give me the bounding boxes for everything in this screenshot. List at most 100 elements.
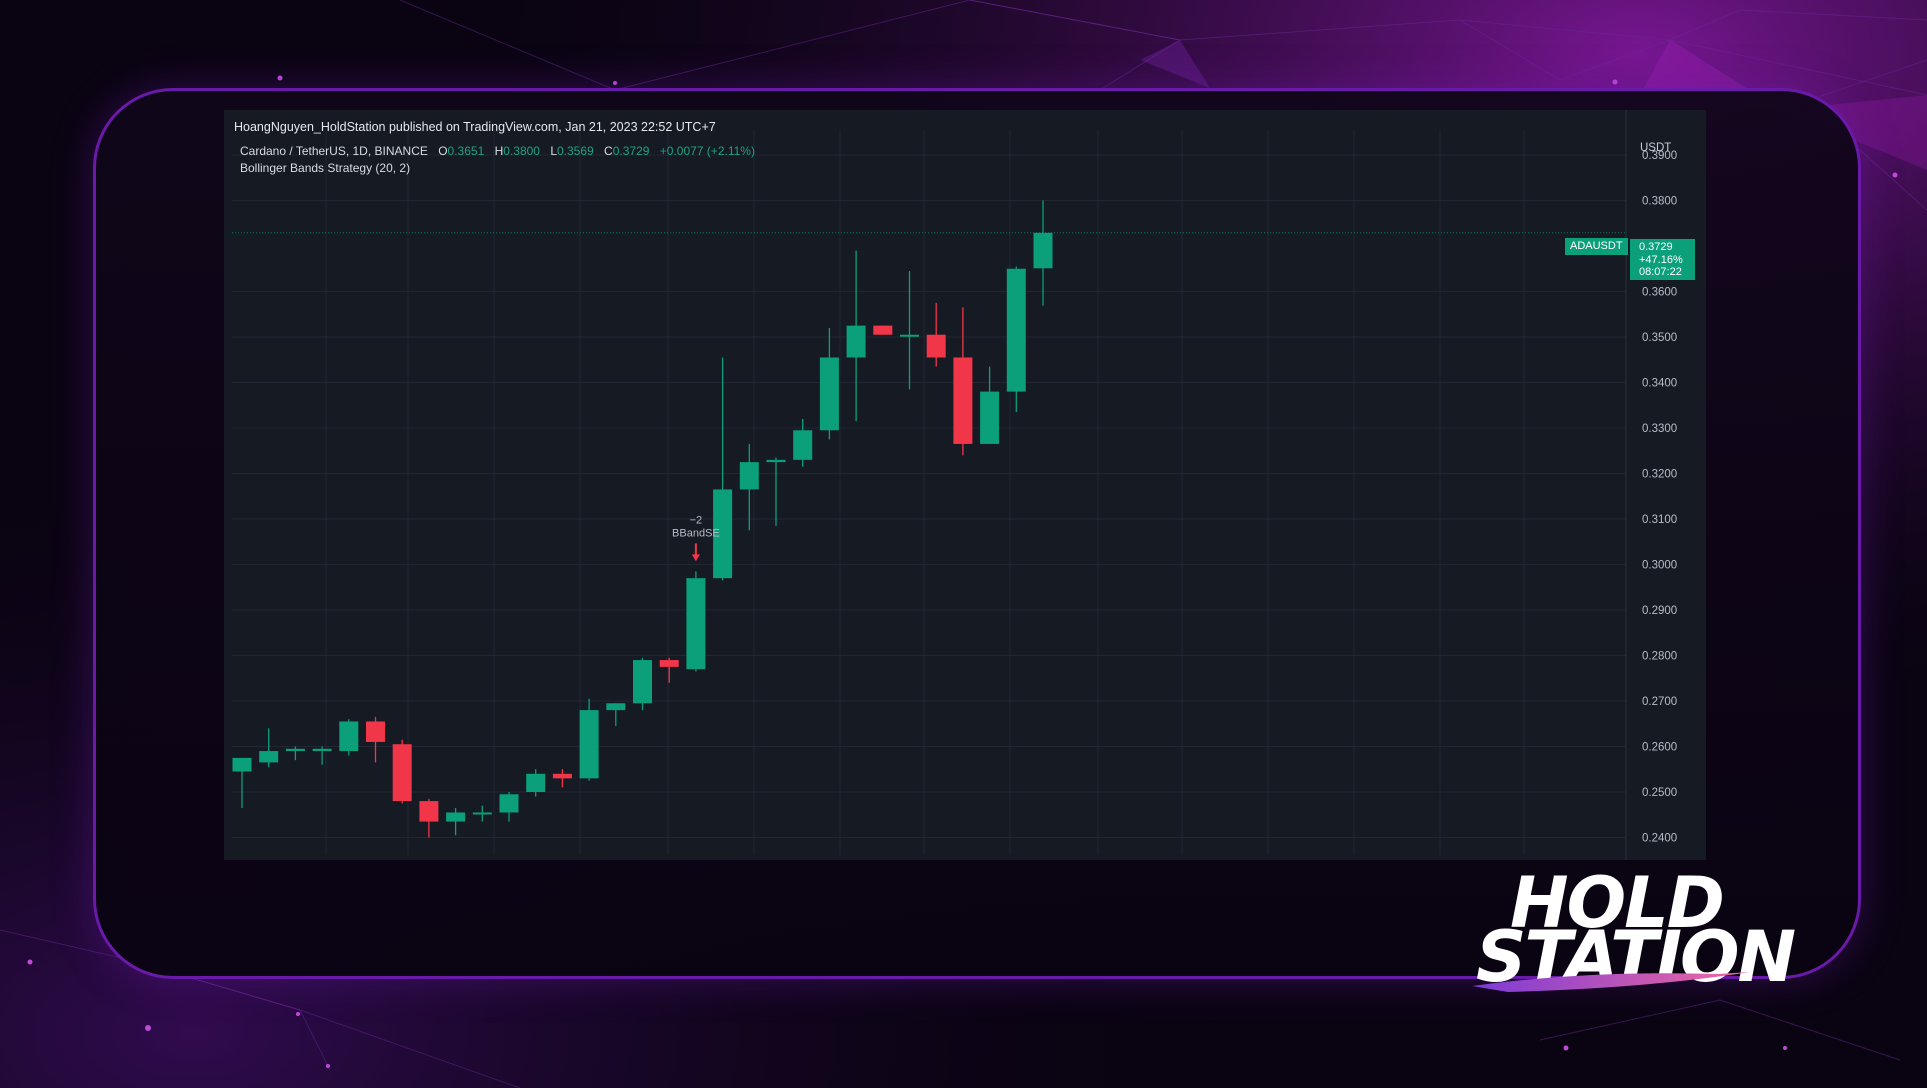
- candle-body: [366, 721, 385, 742]
- candle-body: [526, 773, 546, 792]
- candle-body: [472, 812, 492, 815]
- candle-body: [606, 703, 626, 711]
- high-label: H: [494, 144, 504, 158]
- candle-body: [1006, 268, 1026, 392]
- y-tick-label: 0.3400: [1642, 378, 1677, 390]
- candle: [606, 703, 626, 727]
- open-label: O: [438, 144, 448, 158]
- candle-body: [846, 325, 866, 358]
- y-tick-label: 0.3300: [1642, 423, 1677, 435]
- candle-body: [1033, 232, 1053, 269]
- open-value: 0.3651: [447, 144, 485, 158]
- candle: [659, 657, 679, 683]
- candle: [312, 746, 332, 765]
- signal-label: BBandSE: [672, 527, 720, 539]
- currency-label: USDT: [1640, 142, 1672, 154]
- candle-body: [259, 751, 279, 763]
- candle: [366, 716, 385, 763]
- last-price-change: +47.16%: [1639, 253, 1683, 266]
- publish-info: HoangNguyen_HoldStation published on Tra…: [234, 120, 716, 134]
- strategy-signal: −2BBandSE: [672, 514, 720, 562]
- y-tick-label: 0.2400: [1642, 833, 1677, 845]
- candle: [499, 792, 519, 822]
- candle: [980, 366, 1000, 444]
- candle-body: [392, 744, 412, 802]
- y-tick-label: 0.2800: [1642, 651, 1677, 663]
- y-tick-label: 0.3600: [1642, 287, 1677, 299]
- candle: [926, 302, 946, 367]
- candle-body: [285, 748, 305, 752]
- candle: [579, 698, 599, 781]
- candle: [766, 457, 786, 526]
- low-value: 0.3569: [557, 144, 594, 158]
- close-label: C: [604, 144, 613, 158]
- candle-body: [339, 721, 359, 752]
- indicator-legend[interactable]: Bollinger Bands Strategy (20, 2): [240, 161, 410, 175]
- last-price-tag: 0.3729 +47.16% 08:07:22: [1630, 239, 1695, 280]
- candle: [819, 327, 839, 440]
- candle-body: [980, 391, 1000, 444]
- signal-arrow-head: [691, 554, 700, 562]
- candle-body: [499, 794, 519, 813]
- candle: [259, 728, 279, 767]
- y-tick-label: 0.3000: [1642, 560, 1677, 572]
- y-tick-label: 0.3500: [1642, 332, 1677, 344]
- candle-body: [953, 357, 973, 444]
- last-price-value: 0.3729: [1639, 241, 1673, 253]
- candle: [873, 325, 893, 335]
- symbol-tag: ADAUSDT: [1565, 238, 1628, 255]
- y-tick-label: 0.3100: [1642, 514, 1677, 526]
- candle: [552, 769, 572, 788]
- candle: [739, 443, 759, 531]
- candle: [900, 271, 919, 390]
- symbol-name: Cardano / TetherUS, 1D, BINANCE: [240, 144, 428, 158]
- candle: [392, 739, 412, 804]
- candle: [285, 746, 305, 761]
- candle: [686, 571, 706, 672]
- candle: [339, 719, 359, 756]
- candle: [419, 798, 439, 838]
- candle-body: [419, 801, 439, 822]
- candle: [713, 357, 733, 581]
- candle-body: [900, 334, 919, 337]
- candle-body: [232, 757, 252, 772]
- candle-body: [579, 710, 599, 779]
- candle-body: [552, 773, 572, 779]
- candle-body: [659, 660, 679, 667]
- candle: [1006, 266, 1026, 413]
- candle-body: [446, 812, 466, 822]
- candlestick-chart[interactable]: 0.39000.38000.36000.35000.34000.33000.32…: [224, 110, 1706, 860]
- low-label: L: [550, 144, 557, 158]
- y-tick-label: 0.2500: [1642, 787, 1677, 799]
- bar-countdown: 08:07:22: [1639, 266, 1682, 278]
- candle-body: [686, 578, 706, 670]
- close-value: 0.3729: [612, 144, 650, 158]
- candle-body: [819, 357, 839, 431]
- stage: 0.3900 0.3800 0.3600 0.3500 0.3400 0.3300 0.32…: [0, 0, 1927, 1088]
- y-tick-label: 0.2900: [1642, 605, 1677, 617]
- signal-qty: −2: [690, 514, 703, 526]
- chart-panel[interactable]: 0.3900 0.3800 0.3600 0.3500 0.3400 0.3300 0.32…: [224, 110, 1706, 860]
- candle-body: [633, 660, 652, 704]
- candle-body: [766, 459, 786, 463]
- candle: [846, 250, 866, 422]
- candle: [793, 418, 813, 467]
- candle: [446, 807, 466, 836]
- candle-body: [739, 462, 759, 490]
- candle: [633, 657, 652, 711]
- candle-body: [926, 334, 946, 358]
- change-value: +0.0077 (+2.11%): [659, 144, 755, 158]
- candle: [472, 805, 492, 822]
- y-tick-label: 0.2700: [1642, 696, 1677, 708]
- grid-lines: [232, 110, 1627, 860]
- y-tick-label: 0.2600: [1642, 742, 1677, 754]
- candle-body: [312, 748, 332, 752]
- candle: [1033, 200, 1053, 306]
- symbol-legend: Cardano / TetherUS, 1D, BINANCE O0.3651 …: [240, 144, 755, 158]
- candle-body: [873, 325, 893, 335]
- candle-body: [793, 430, 813, 460]
- y-tick-label: 0.3200: [1642, 469, 1677, 481]
- y-tick-label: 0.3800: [1642, 196, 1677, 208]
- candle: [232, 757, 252, 808]
- high-value: 0.3800: [503, 144, 540, 158]
